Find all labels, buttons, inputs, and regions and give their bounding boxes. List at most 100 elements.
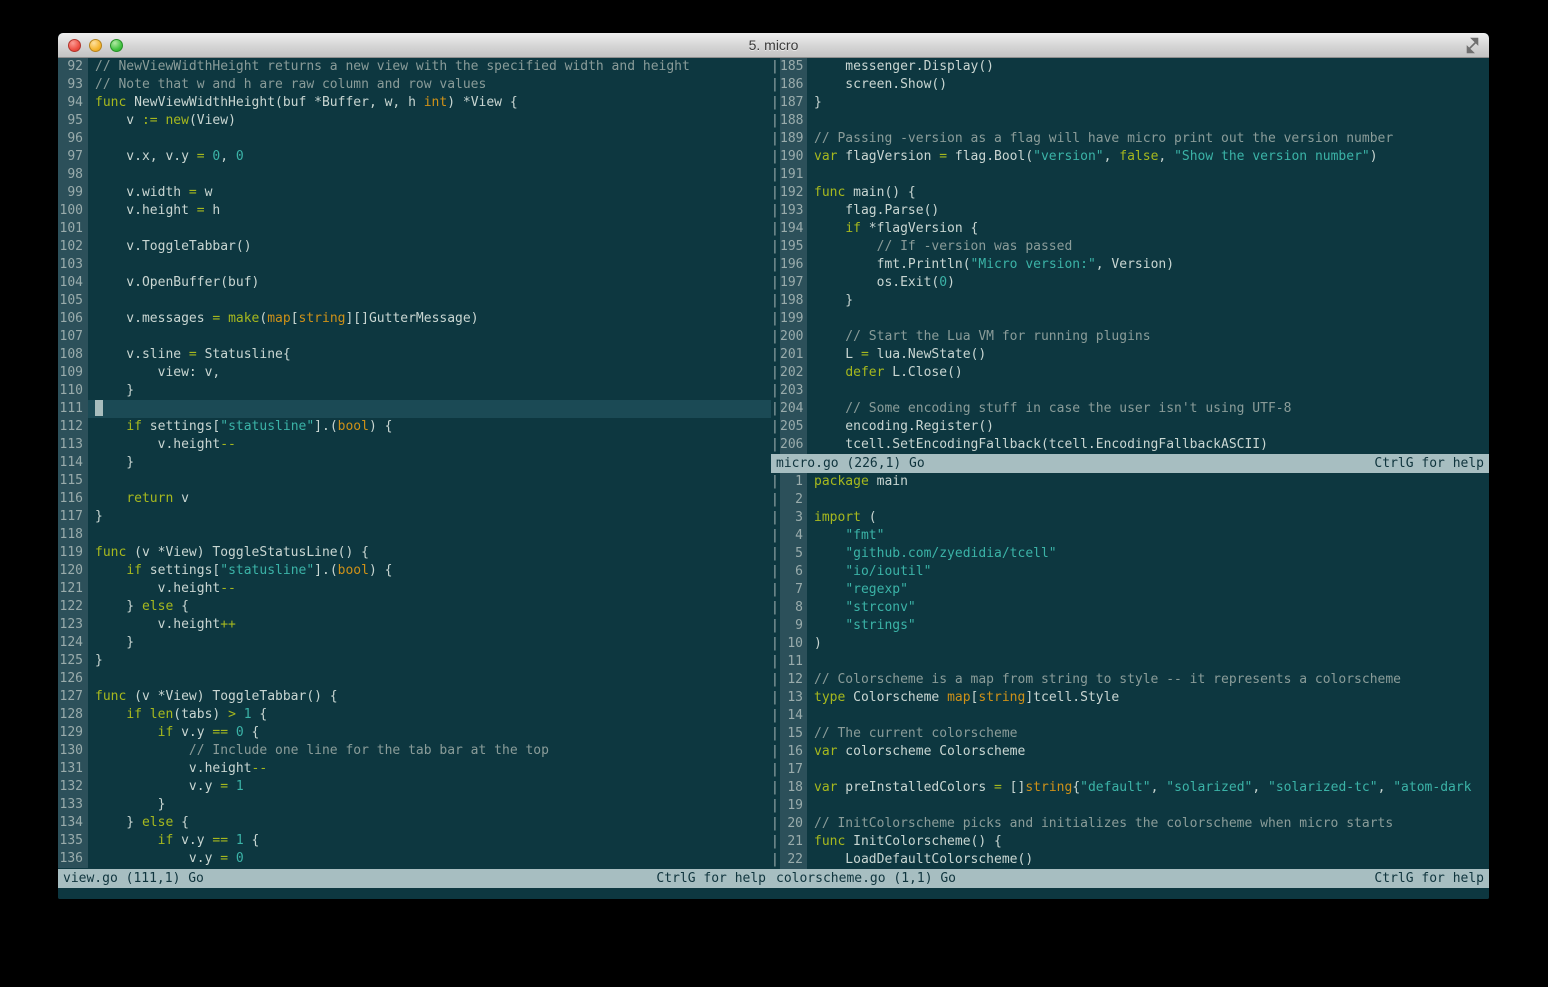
line-number: 9 <box>780 617 807 635</box>
code-text: if v.y == 1 { <box>157 833 260 848</box>
code-line: 134 } else { <box>58 814 771 832</box>
pane-divider: | <box>771 492 779 507</box>
code-line: | 197 os.Exit(0) <box>771 274 1489 292</box>
pane-divider: | <box>771 816 779 831</box>
line-number: 96 <box>58 130 88 148</box>
code-line: | 206 tcell.SetEncodingFallback(tcell.Enc… <box>771 436 1489 454</box>
line-number: 109 <box>58 364 88 382</box>
code-line: | 204 // Some encoding stuff in case the … <box>771 400 1489 418</box>
line-number: 136 <box>58 850 88 868</box>
code-text: "github.com/zyedidia/tcell" <box>845 546 1057 561</box>
code-line: 114 } <box>58 454 771 472</box>
line-number: 199 <box>780 310 807 328</box>
code-text: package main <box>814 474 908 489</box>
line-number: 97 <box>58 148 88 166</box>
pane-divider: | <box>771 510 779 525</box>
line-number: 107 <box>58 328 88 346</box>
line-number: 8 <box>780 599 807 617</box>
code-line: 131 v.height-- <box>58 760 771 778</box>
line-number: 130 <box>58 742 88 760</box>
code-line: 96 <box>58 130 771 148</box>
line-number: 202 <box>780 364 807 382</box>
code-line: 98 <box>58 166 771 184</box>
line-number: 12 <box>780 671 807 689</box>
line-number: 111 <box>58 400 88 418</box>
line-number: 197 <box>780 274 807 292</box>
terminal-window: 5. micro 92// NewViewWidthHeight returns… <box>58 33 1489 899</box>
pane-divider: | <box>771 852 779 867</box>
code-editor-colorscheme-go[interactable]: | 1 package main | 2 | 3 import (| 4 "fmt" | 5 "gi… <box>771 473 1489 869</box>
code-line: | 11 <box>771 653 1489 671</box>
line-number: 200 <box>780 328 807 346</box>
zoom-button[interactable] <box>110 38 123 52</box>
line-number: 121 <box>58 580 88 598</box>
code-text: // Include one line for the tab bar at t… <box>95 743 549 758</box>
code-line: 113 v.height-- <box>58 436 771 454</box>
code-editor-view-go[interactable]: 92 // NewViewWidthHeight returns a new vi… <box>58 58 771 869</box>
line-number: 103 <box>58 256 88 274</box>
code-line: 99 v.width = w <box>58 184 771 202</box>
line-number: 191 <box>780 166 807 184</box>
close-button[interactable] <box>68 38 81 52</box>
code-line: | 192 func main() { <box>771 184 1489 202</box>
line-number: 206 <box>780 436 807 454</box>
statusbar-help-hint: CtrlG for help <box>1374 871 1484 886</box>
pane-divider: | <box>771 834 779 849</box>
code-line: 115 <box>58 472 771 490</box>
line-number: 126 <box>58 670 88 688</box>
code-text: v.width = w <box>95 185 213 200</box>
code-line: 120 if settings["statusline"].(bool) { <box>58 562 771 580</box>
line-number: 11 <box>780 653 807 671</box>
code-text: v.sline = Statusline{ <box>95 347 291 362</box>
code-text: v.height-- <box>95 761 268 776</box>
pane-divider: | <box>771 401 779 416</box>
code-text: } else { <box>95 815 189 830</box>
code-text: ) <box>814 636 822 651</box>
line-number: 19 <box>780 797 807 815</box>
pane-divider: | <box>771 311 779 326</box>
line-number: 122 <box>58 598 88 616</box>
line-number: 92 <box>58 58 88 76</box>
line-number: 102 <box>58 238 88 256</box>
code-line: 127 func (v *View) ToggleTabbar() { <box>58 688 771 706</box>
code-line: 94 func NewViewWidthHeight(buf *Buffer, w… <box>58 94 771 112</box>
code-line: | 195 // If -version was passed <box>771 238 1489 256</box>
line-number: 124 <box>58 634 88 652</box>
line-number: 7 <box>780 581 807 599</box>
code-line: 122 } else { <box>58 598 771 616</box>
pane-divider: | <box>771 347 779 362</box>
minimize-button[interactable] <box>89 38 102 52</box>
window-titlebar[interactable]: 5. micro <box>58 33 1489 58</box>
line-number: 108 <box>58 346 88 364</box>
line-number: 18 <box>780 779 807 797</box>
line-number: 17 <box>780 761 807 779</box>
line-number: 120 <box>58 562 88 580</box>
code-line: 125} <box>58 652 771 670</box>
code-line: | 22 LoadDefaultColorscheme() <box>771 851 1489 869</box>
code-text: messenger.Display() <box>814 59 995 74</box>
code-line: 102 v.ToggleTabbar() <box>58 238 771 256</box>
line-number: 115 <box>58 472 88 490</box>
pane-divider: | <box>771 203 779 218</box>
pane-divider: | <box>771 365 779 380</box>
code-editor-micro-go[interactable]: | 185 messenger.Display() | 186 screen.Show… <box>771 58 1489 454</box>
code-text: v.messages = make(map[string][]GutterMes… <box>95 311 479 326</box>
code-text: os.Exit(0) <box>814 275 955 290</box>
code-line: | 16 var colorscheme Colorscheme <box>771 743 1489 761</box>
code-line: | 194 if *flagVersion { <box>771 220 1489 238</box>
statusbar-file-info: view.go (111,1) Go <box>63 871 204 886</box>
text-cursor <box>95 400 103 416</box>
pane-divider: | <box>771 95 779 110</box>
resize-arrows-icon[interactable] <box>1464 37 1481 54</box>
statusbar-file-info: micro.go (226,1) Go <box>776 456 925 471</box>
code-text: } <box>95 455 135 470</box>
code-line: | 2 <box>771 491 1489 509</box>
pane-divider: | <box>771 275 779 290</box>
code-text: if v.y == 0 { <box>157 725 260 740</box>
command-message-line <box>58 888 1489 899</box>
